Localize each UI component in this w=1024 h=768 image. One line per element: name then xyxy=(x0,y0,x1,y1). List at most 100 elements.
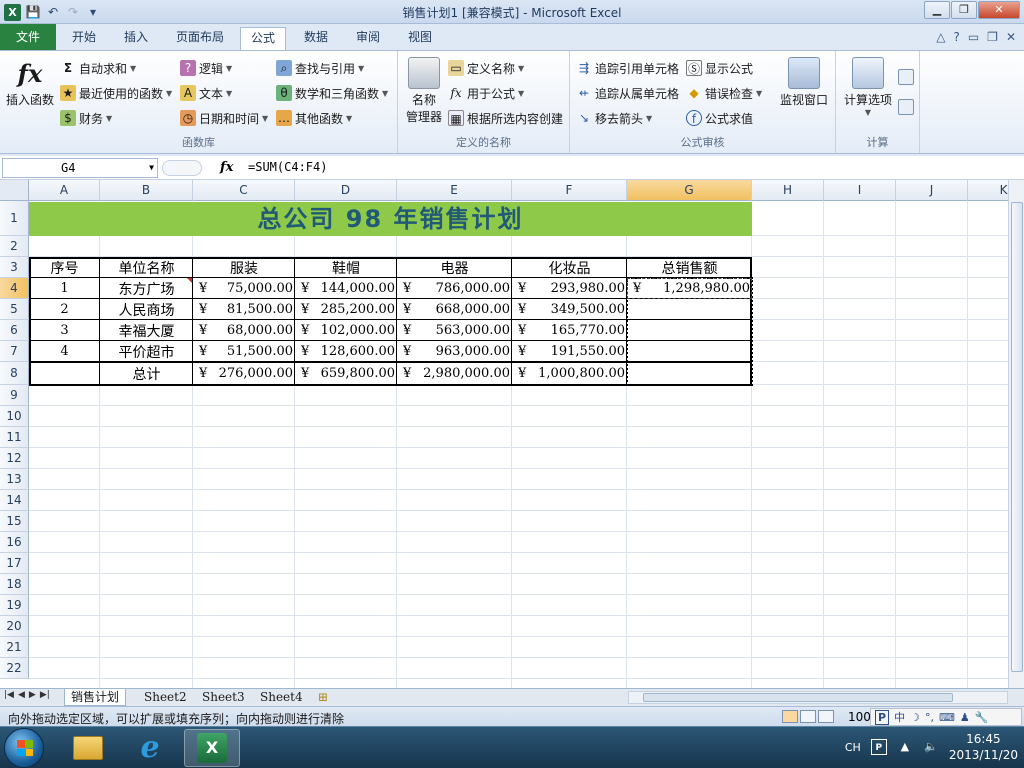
unit-name-cell[interactable]: 平价超市 xyxy=(100,341,193,362)
row-header-19[interactable]: 19 xyxy=(0,595,29,616)
chevron-down-icon[interactable]: ▼ xyxy=(149,159,154,177)
unit-name-cell[interactable]: 东方广场 xyxy=(100,278,193,299)
amount-cell[interactable]: ¥51,500.00 xyxy=(193,341,295,362)
amount-cell[interactable]: ¥668,000.00 xyxy=(397,299,512,320)
tab-view[interactable]: 视图 xyxy=(398,27,442,50)
column-header-k[interactable]: K xyxy=(968,180,1008,201)
moon-icon[interactable]: ☽ xyxy=(910,711,920,724)
speaker-icon[interactable]: 🔈 xyxy=(923,739,939,755)
column-header-a[interactable]: A xyxy=(29,180,100,201)
total-amount-cell[interactable]: ¥276,000.00 xyxy=(193,362,295,385)
header-cell[interactable]: 总销售额 xyxy=(627,257,752,278)
sheet-tab-sales-plan[interactable]: 销售计划 xyxy=(64,689,127,706)
page-break-view-icon[interactable] xyxy=(818,710,834,723)
show-hidden-icons[interactable]: ▲ xyxy=(897,739,913,755)
name-manager-button[interactable]: 名称 管理器 xyxy=(402,57,446,125)
vertical-scroll-thumb[interactable] xyxy=(1011,202,1023,672)
worksheet-grid[interactable]: A B C D E F G H I J K 1 2 3 4 5 6 7 8 9 10 11 12 13 14 15 16 17 18 19… xyxy=(0,180,1008,688)
seq-cell[interactable]: 3 xyxy=(29,320,100,341)
column-header-i[interactable]: I xyxy=(824,180,896,201)
insert-sheet-icon[interactable]: ⊞ xyxy=(312,689,334,706)
formula-bar-resize-handle[interactable] xyxy=(162,160,202,176)
tab-data[interactable]: 数据 xyxy=(294,27,338,50)
row-header-2[interactable]: 2 xyxy=(0,236,29,257)
math-button[interactable]: θ 数学和三角函数 ▼ xyxy=(276,83,388,103)
taskbar-excel[interactable]: X xyxy=(184,729,240,767)
seq-cell[interactable]: 2 xyxy=(29,299,100,320)
row-header-17[interactable]: 17 xyxy=(0,553,29,574)
create-from-selection-button[interactable]: ▦ 根据所选内容创建 xyxy=(448,108,563,128)
row-header-18[interactable]: 18 xyxy=(0,574,29,595)
row-header-16[interactable]: 16 xyxy=(0,532,29,553)
ime-tray-icon[interactable]: P xyxy=(870,739,887,755)
workbook-minimize-icon[interactable]: ▭ xyxy=(968,30,979,44)
header-cell[interactable]: 单位名称 xyxy=(100,257,193,278)
column-header-f[interactable]: F xyxy=(512,180,627,201)
page-layout-view-icon[interactable] xyxy=(800,710,816,723)
row-header-10[interactable]: 10 xyxy=(0,406,29,427)
active-cell-g4[interactable] xyxy=(627,278,752,299)
amount-cell[interactable]: ¥293,980.00 xyxy=(512,278,627,299)
datetime-button[interactable]: ◷ 日期和时间 ▼ xyxy=(180,108,268,128)
amount-cell[interactable]: ¥285,200.00 xyxy=(295,299,397,320)
zoom-level[interactable]: 100 xyxy=(848,710,871,724)
row-header-7[interactable]: 7 xyxy=(0,341,29,362)
more-functions-button[interactable]: … 其他函数 ▼ xyxy=(276,108,352,128)
row-header-9[interactable]: 9 xyxy=(0,385,29,406)
seq-cell[interactable]: 4 xyxy=(29,341,100,362)
horizontal-scrollbar[interactable] xyxy=(628,691,1008,704)
show-formulas-button[interactable]: Ⓢ 显示公式 xyxy=(686,58,753,78)
amount-cell[interactable]: ¥786,000.00 xyxy=(397,278,512,299)
keyboard-icon[interactable]: ⌨ xyxy=(939,711,955,724)
taskbar-ie[interactable]: e xyxy=(122,729,178,767)
tab-page-layout[interactable]: 页面布局 xyxy=(166,27,234,50)
first-sheet-icon[interactable]: |◀ xyxy=(4,690,14,700)
sheet-tab-sheet4[interactable]: Sheet4 xyxy=(254,689,309,706)
row-header-22[interactable]: 22 xyxy=(0,658,29,679)
column-header-g[interactable]: G xyxy=(627,180,752,201)
total-label-cell[interactable]: 总计 xyxy=(100,362,193,385)
column-header-h[interactable]: H xyxy=(752,180,824,201)
row-header-4[interactable]: 4 xyxy=(0,278,29,299)
unit-name-cell[interactable]: 人民商场 xyxy=(100,299,193,320)
insert-function-button[interactable]: fx 插入函数 xyxy=(4,57,56,108)
column-header-c[interactable]: C xyxy=(193,180,295,201)
row-header-1[interactable]: 1 xyxy=(0,201,29,236)
amount-cell[interactable]: ¥81,500.00 xyxy=(193,299,295,320)
amount-cell[interactable]: ¥963,000.00 xyxy=(397,341,512,362)
financial-button[interactable]: $ 财务 ▼ xyxy=(60,108,112,128)
unit-name-cell[interactable]: 幸福大厦 xyxy=(100,320,193,341)
calc-options-button[interactable]: 计算选项 ▼ xyxy=(838,57,898,117)
punctuation-icon[interactable]: °, xyxy=(925,711,934,724)
amount-cell[interactable]: ¥102,000.00 xyxy=(295,320,397,341)
row-header-5[interactable]: 5 xyxy=(0,299,29,320)
next-sheet-icon[interactable]: ▶ xyxy=(29,690,36,700)
tab-file[interactable]: 文件 xyxy=(0,24,56,50)
minimize-button[interactable]: ▁ xyxy=(924,1,950,19)
evaluate-formula-button[interactable]: f 公式求值 xyxy=(686,108,753,128)
lookup-button[interactable]: ⌕ 查找与引用 ▼ xyxy=(276,58,364,78)
tab-insert[interactable]: 插入 xyxy=(114,27,158,50)
amount-cell[interactable]: ¥68,000.00 xyxy=(193,320,295,341)
row-header-3[interactable]: 3 xyxy=(0,257,29,278)
wrench-icon[interactable]: 🔧 xyxy=(975,711,989,724)
define-name-button[interactable]: ▭ 定义名称 ▼ xyxy=(448,58,524,78)
column-header-j[interactable]: J xyxy=(896,180,968,201)
sheet-tab-sheet3[interactable]: Sheet3 xyxy=(196,689,251,706)
workbook-close-icon[interactable]: ✕ xyxy=(1006,30,1016,44)
amount-cell[interactable]: ¥165,770.00 xyxy=(512,320,627,341)
header-cell[interactable]: 鞋帽 xyxy=(295,257,397,278)
total-amount-cell[interactable]: ¥2,980,000.00 xyxy=(397,362,512,385)
sheet-tab-sheet2[interactable]: Sheet2 xyxy=(138,689,193,706)
header-cell[interactable]: 电器 xyxy=(397,257,512,278)
user-icon[interactable]: ♟ xyxy=(960,711,970,724)
header-cell[interactable]: 服装 xyxy=(193,257,295,278)
ime-logo-icon[interactable]: P xyxy=(875,709,890,725)
error-checking-button[interactable]: ◆ 错误检查 ▼ xyxy=(686,83,762,103)
restore-button[interactable]: ❐ xyxy=(951,1,977,19)
column-header-d[interactable]: D xyxy=(295,180,397,201)
remove-arrows-button[interactable]: ↘ 移去箭头 ▼ xyxy=(576,108,652,128)
recent-functions-button[interactable]: ★ 最近使用的函数 ▼ xyxy=(60,83,172,103)
amount-cell[interactable]: ¥75,000.00 xyxy=(193,278,295,299)
vertical-scrollbar[interactable] xyxy=(1008,180,1024,688)
